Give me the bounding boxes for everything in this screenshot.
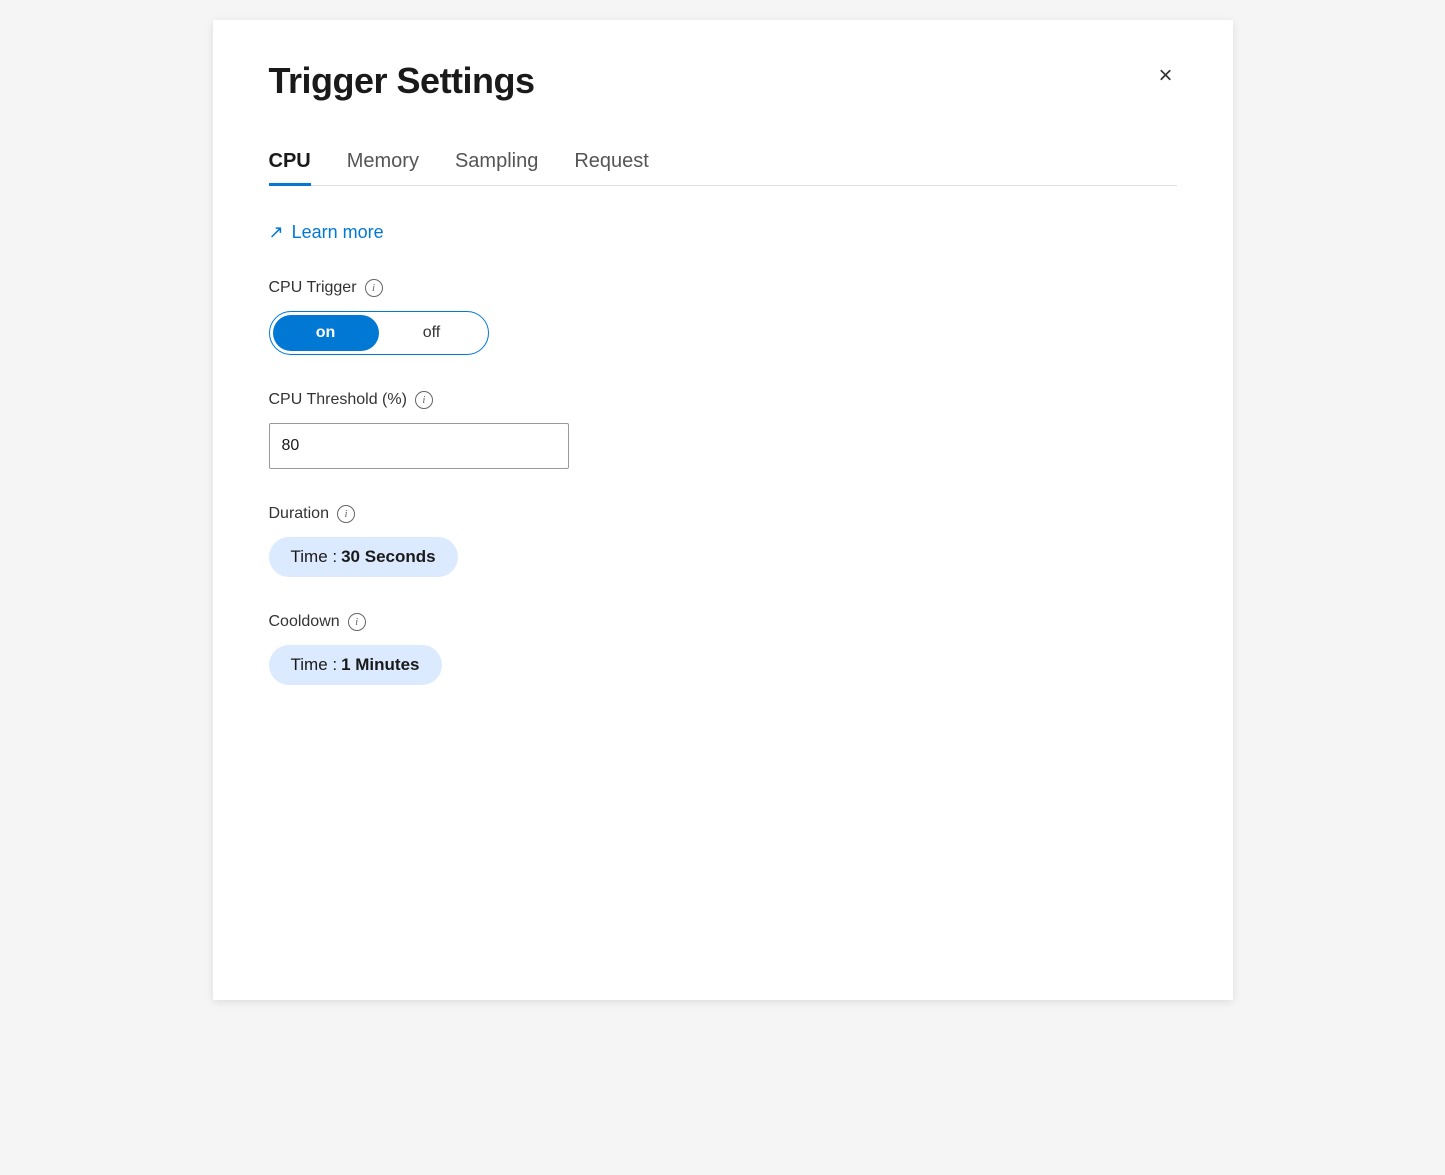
- cpu-threshold-section: CPU Threshold (%) i: [269, 391, 1177, 469]
- duration-pill-value: 30 Seconds: [341, 547, 436, 567]
- toggle-on-option[interactable]: on: [273, 315, 379, 351]
- cooldown-section: Cooldown i Time : 1 Minutes: [269, 613, 1177, 685]
- toggle-off-option[interactable]: off: [379, 315, 485, 351]
- dialog-title: Trigger Settings: [269, 60, 535, 102]
- cooldown-pill[interactable]: Time : 1 Minutes: [269, 645, 442, 685]
- trigger-settings-dialog: Trigger Settings × CPU Memory Sampling R…: [213, 20, 1233, 1000]
- duration-info-icon[interactable]: i: [337, 505, 355, 523]
- tab-memory[interactable]: Memory: [347, 138, 419, 185]
- cpu-threshold-input[interactable]: [269, 423, 569, 469]
- duration-label: Duration: [269, 505, 329, 523]
- cpu-trigger-info-icon[interactable]: i: [365, 279, 383, 297]
- cooldown-label: Cooldown: [269, 613, 340, 631]
- duration-label-row: Duration i: [269, 505, 1177, 523]
- cooldown-pill-value: 1 Minutes: [341, 655, 419, 675]
- cooldown-pill-prefix: Time :: [291, 655, 338, 675]
- learn-more-link[interactable]: Learn more: [292, 222, 384, 243]
- tab-cpu[interactable]: CPU: [269, 138, 311, 185]
- cooldown-info-icon[interactable]: i: [348, 613, 366, 631]
- learn-more-section: ↗ Learn more: [269, 222, 1177, 243]
- tab-bar: CPU Memory Sampling Request: [269, 138, 1177, 186]
- cpu-threshold-label-row: CPU Threshold (%) i: [269, 391, 1177, 409]
- external-link-icon: ↗: [269, 222, 284, 243]
- tab-sampling[interactable]: Sampling: [455, 138, 538, 185]
- close-button[interactable]: ×: [1154, 60, 1176, 92]
- cpu-trigger-label-row: CPU Trigger i: [269, 279, 1177, 297]
- duration-section: Duration i Time : 30 Seconds: [269, 505, 1177, 577]
- cpu-threshold-label: CPU Threshold (%): [269, 391, 407, 409]
- duration-pill[interactable]: Time : 30 Seconds: [269, 537, 458, 577]
- cooldown-label-row: Cooldown i: [269, 613, 1177, 631]
- duration-pill-prefix: Time :: [291, 547, 338, 567]
- cpu-threshold-info-icon[interactable]: i: [415, 391, 433, 409]
- tab-request[interactable]: Request: [574, 138, 649, 185]
- cpu-trigger-toggle[interactable]: on off: [269, 311, 489, 355]
- cpu-trigger-label: CPU Trigger: [269, 279, 357, 297]
- cpu-trigger-section: CPU Trigger i on off: [269, 279, 1177, 355]
- dialog-header: Trigger Settings ×: [269, 60, 1177, 102]
